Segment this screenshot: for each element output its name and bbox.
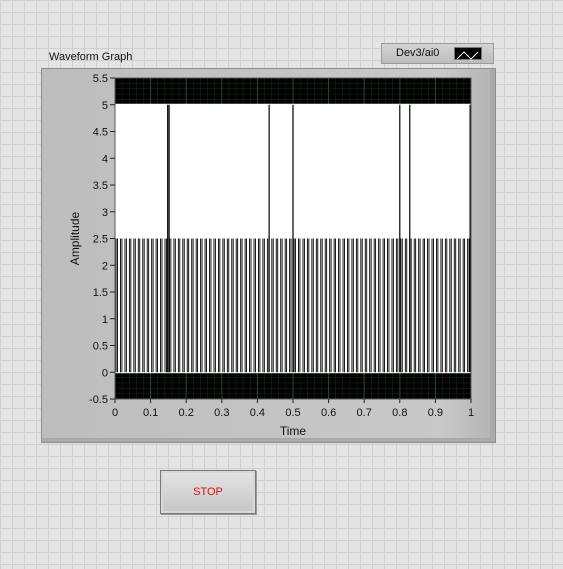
x-tick-label: 0.1 bbox=[143, 407, 158, 419]
y-tick-label: 1.5 bbox=[93, 287, 108, 299]
x-tick-label: 1 bbox=[468, 407, 474, 419]
x-axis-label: Time bbox=[280, 424, 307, 438]
y-axis-label: Amplitude bbox=[68, 212, 82, 266]
stop-button[interactable]: STOP bbox=[160, 470, 256, 514]
y-tick-label: 2.5 bbox=[93, 234, 108, 246]
x-tick-label: 0 bbox=[112, 407, 118, 419]
y-tick-label: 1 bbox=[102, 314, 108, 326]
stop-button-label: STOP bbox=[193, 486, 223, 498]
y-tick-label: 4 bbox=[102, 153, 108, 165]
x-tick-label: 0.3 bbox=[214, 407, 229, 419]
y-tick-label: 5 bbox=[102, 100, 108, 112]
x-tick-label: 0.4 bbox=[250, 407, 265, 419]
y-tick-label: 5.5 bbox=[93, 73, 108, 85]
y-tick-label: 3.5 bbox=[93, 180, 108, 192]
y-tick-label: 0.5 bbox=[93, 341, 108, 353]
waveform-graph-plot[interactable]: -0.5 0 0.5 1 1.5 2 2.5 3 3.5 4 4.5 5 5.5 0 0.1 0.2 0.3 0.… bbox=[0, 0, 563, 569]
y-tick-label: 3 bbox=[102, 207, 108, 219]
y-tick-label: -0.5 bbox=[89, 394, 108, 406]
y-tick-label: 2 bbox=[102, 260, 108, 272]
x-tick-label: 0.8 bbox=[392, 407, 407, 419]
y-tick-label: 0 bbox=[102, 367, 108, 379]
x-tick-label: 0.2 bbox=[179, 407, 194, 419]
x-tick-label: 0.6 bbox=[321, 407, 336, 419]
x-tick-label: 0.7 bbox=[357, 407, 372, 419]
x-tick-label: 0.9 bbox=[428, 407, 443, 419]
y-tick-label: 4.5 bbox=[93, 127, 108, 139]
x-tick-label: 0.5 bbox=[285, 407, 300, 419]
